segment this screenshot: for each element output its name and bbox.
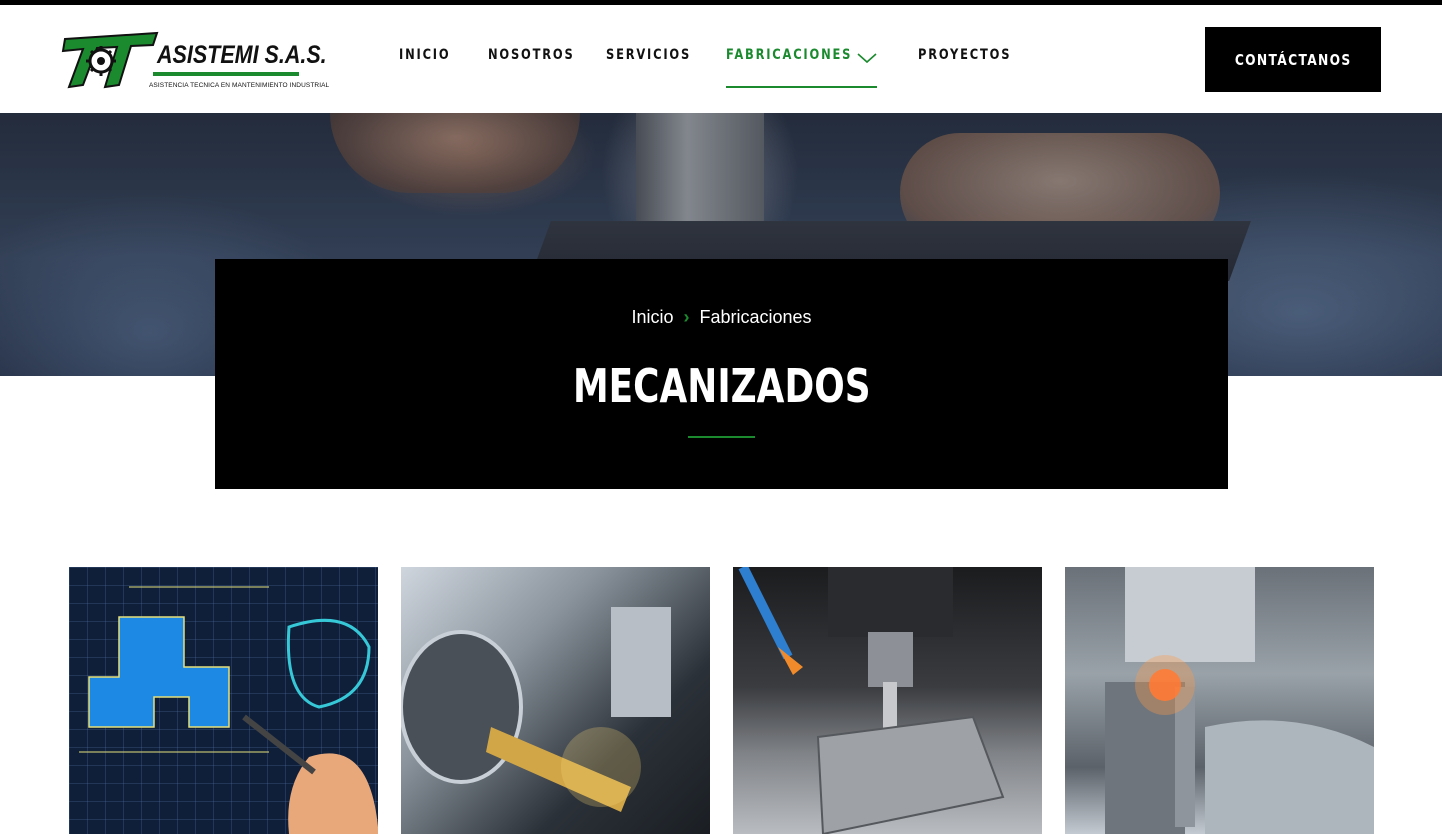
page-title-text: MECANIZADOS	[572, 359, 871, 413]
gallery-image-cnc-lathe[interactable]	[401, 567, 710, 834]
brand-name: ASISTEMI S.A.S.	[157, 41, 327, 69]
brand-tagline: ASISTENCIA TECNICA EN MANTENIMIENTO INDU…	[149, 82, 330, 89]
nav-item-fabricaciones[interactable]: FABRICACIONES	[726, 47, 852, 63]
blueprint-drawing	[79, 586, 378, 834]
breadcrumb: Inicio › Fabricaciones	[215, 307, 1228, 328]
lathe-illustration	[401, 607, 671, 812]
gallery-image-edm-machining[interactable]	[1065, 567, 1374, 834]
brand-logo[interactable]: ASISTEMI S.A.S. ASISTENCIA TECNICA EN MA…	[57, 27, 329, 95]
chevron-down-icon[interactable]	[857, 52, 877, 64]
edm-illustration	[1105, 567, 1374, 834]
brand-underline	[153, 72, 299, 76]
gallery	[0, 567, 1442, 834]
page-title: MECANIZADOS	[215, 359, 1228, 413]
nav-item-nosotros[interactable]: NOSOTROS	[488, 47, 575, 63]
milling-illustration	[738, 567, 1005, 834]
nav-item-servicios[interactable]: SERVICIOS	[606, 47, 691, 63]
site-header: ASISTEMI S.A.S. ASISTENCIA TECNICA EN MA…	[0, 5, 1442, 113]
gallery-image-milling-machine[interactable]	[733, 567, 1042, 834]
breadcrumb-home[interactable]: Inicio	[631, 307, 673, 327]
nav-item-proyectos[interactable]: PROYECTOS	[918, 47, 1011, 63]
chevron-right-icon: ›	[683, 307, 690, 327]
title-divider	[688, 436, 755, 438]
gallery-image-technical-drawing[interactable]	[69, 567, 378, 834]
breadcrumb-current: Fabricaciones	[699, 307, 812, 327]
page-title-box: Inicio › Fabricaciones MECANIZADOS	[215, 259, 1228, 489]
contact-button[interactable]: CONTÁCTANOS	[1205, 27, 1381, 92]
active-nav-underline	[726, 86, 877, 88]
nav-item-inicio[interactable]: INICIO	[399, 47, 450, 63]
contact-button-label: CONTÁCTANOS	[1234, 50, 1352, 69]
